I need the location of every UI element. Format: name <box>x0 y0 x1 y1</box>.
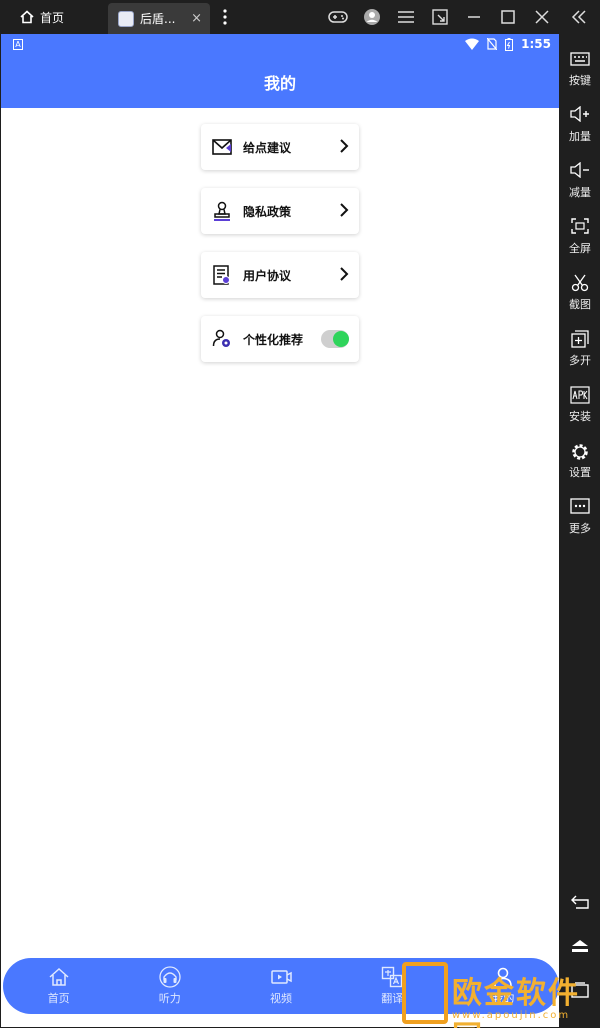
system-home-button[interactable] <box>560 938 600 958</box>
nav-video-label: 视频 <box>270 992 292 1005</box>
multi-open-icon <box>560 330 600 352</box>
sidebar-keymap-label: 按键 <box>569 74 591 87</box>
phone-screen: A 1:55 我的 给点建议 隐私政策 用户协议 个性化推荐 首页 听力 视频 … <box>1 34 559 1027</box>
more-vert-icon[interactable] <box>214 6 236 28</box>
sidebar-install-apk[interactable]: 安装 <box>560 386 600 424</box>
home-icon <box>49 967 69 986</box>
app-tab[interactable]: 后盾... × <box>108 3 210 34</box>
sidebar-more-label: 更多 <box>569 522 591 535</box>
keyboard-icon <box>560 50 600 72</box>
more-icon <box>560 498 600 520</box>
chevron-right-icon <box>339 138 349 157</box>
user-settings-icon <box>211 328 233 350</box>
feedback-label: 给点建议 <box>243 140 292 155</box>
app-tab-title: 后盾... <box>140 12 176 26</box>
menu-icon[interactable] <box>395 6 417 28</box>
chevron-right-icon <box>339 266 349 285</box>
sidebar-multi-open-label: 多开 <box>569 354 591 367</box>
notification-badge: A <box>13 39 23 50</box>
nav-listening[interactable]: 听力 <box>114 958 225 1014</box>
battery-icon <box>505 37 514 51</box>
watermark-url: www.apoujin.com <box>452 1010 571 1021</box>
back-icon <box>571 895 589 909</box>
scissors-icon <box>560 274 600 296</box>
document-icon <box>211 264 233 286</box>
watermark-logo: 欧金软件园 www.apoujin.com <box>400 960 600 1028</box>
gear-icon <box>560 442 600 464</box>
tab-close-icon[interactable]: × <box>191 11 202 26</box>
mail-icon <box>211 136 233 158</box>
sidebar-fullscreen[interactable]: 全屏 <box>560 218 600 256</box>
emulator-window: 首页 后盾... × A 1:55 我的 给点建议 隐私政策 用户协议 个性化推… <box>0 0 600 1028</box>
nav-video[interactable]: 视频 <box>225 958 336 1014</box>
chevron-right-icon <box>339 202 349 221</box>
sidebar-volume-down[interactable]: 减量 <box>560 161 600 200</box>
emulator-titlebar: 首页 后盾... × <box>0 0 600 34</box>
restore-icon[interactable] <box>429 6 451 28</box>
system-back-button[interactable] <box>560 894 600 914</box>
app-favicon-icon <box>118 10 134 27</box>
status-bar: A 1:55 <box>1 34 559 56</box>
collapse-icon[interactable] <box>568 6 590 28</box>
sidebar-screenshot[interactable]: 截图 <box>560 274 600 312</box>
user-agreement-label: 用户协议 <box>243 268 292 283</box>
sidebar-multi-open[interactable]: 多开 <box>560 330 600 368</box>
wifi-icon <box>465 38 480 50</box>
volume-down-icon <box>560 161 600 184</box>
sidebar-install-apk-label: 安装 <box>569 410 591 423</box>
sidebar-settings-label: 设置 <box>569 466 591 479</box>
sidebar-volume-down-label: 减量 <box>569 186 591 199</box>
sidebar-volume-up-label: 加量 <box>569 130 591 143</box>
sidebar-fullscreen-label: 全屏 <box>569 242 591 255</box>
privacy-policy-item[interactable]: 隐私政策 <box>201 188 359 234</box>
close-icon[interactable] <box>531 6 553 28</box>
watermark-mark-icon <box>402 962 448 1024</box>
sidebar-volume-up[interactable]: 加量 <box>560 105 600 144</box>
personalized-recommend-toggle[interactable] <box>321 330 349 348</box>
no-sim-icon <box>487 38 498 50</box>
apk-icon <box>560 386 600 408</box>
fullscreen-icon <box>560 218 600 240</box>
toggle-knob <box>333 331 349 347</box>
status-time: 1:55 <box>521 37 551 51</box>
nav-home-label: 首页 <box>47 992 70 1005</box>
house-icon <box>20 10 34 24</box>
feedback-item[interactable]: 给点建议 <box>201 124 359 170</box>
sidebar-keymap[interactable]: 按键 <box>560 50 600 88</box>
volume-up-icon <box>560 105 600 128</box>
home-icon <box>572 940 588 952</box>
sidebar-screenshot-label: 截图 <box>569 298 591 311</box>
home-tab[interactable]: 首页 <box>8 0 104 34</box>
nav-listening-label: 听力 <box>158 992 181 1005</box>
nav-home[interactable]: 首页 <box>3 958 114 1014</box>
sidebar-more[interactable]: 更多 <box>560 498 600 536</box>
page-title: 我的 <box>263 74 296 93</box>
account-icon[interactable] <box>361 6 383 28</box>
sidebar-settings[interactable]: 设置 <box>560 442 600 480</box>
gamepad-icon[interactable] <box>327 6 349 28</box>
stamp-icon <box>211 200 233 222</box>
maximize-icon[interactable] <box>497 6 519 28</box>
user-agreement-item[interactable]: 用户协议 <box>201 252 359 298</box>
headphones-icon <box>159 966 181 988</box>
minimize-icon[interactable] <box>463 6 485 28</box>
personalized-recommend-label: 个性化推荐 <box>243 332 304 347</box>
video-icon <box>271 970 292 984</box>
privacy-policy-label: 隐私政策 <box>243 204 292 219</box>
home-tab-label: 首页 <box>40 10 65 25</box>
app-bar: 我的 <box>1 56 559 108</box>
personalized-recommend-item: 个性化推荐 <box>201 316 359 362</box>
emulator-sidebar: 按键 加量 减量 全屏 截图 多开 安装 设置 更多 <box>560 34 600 1028</box>
